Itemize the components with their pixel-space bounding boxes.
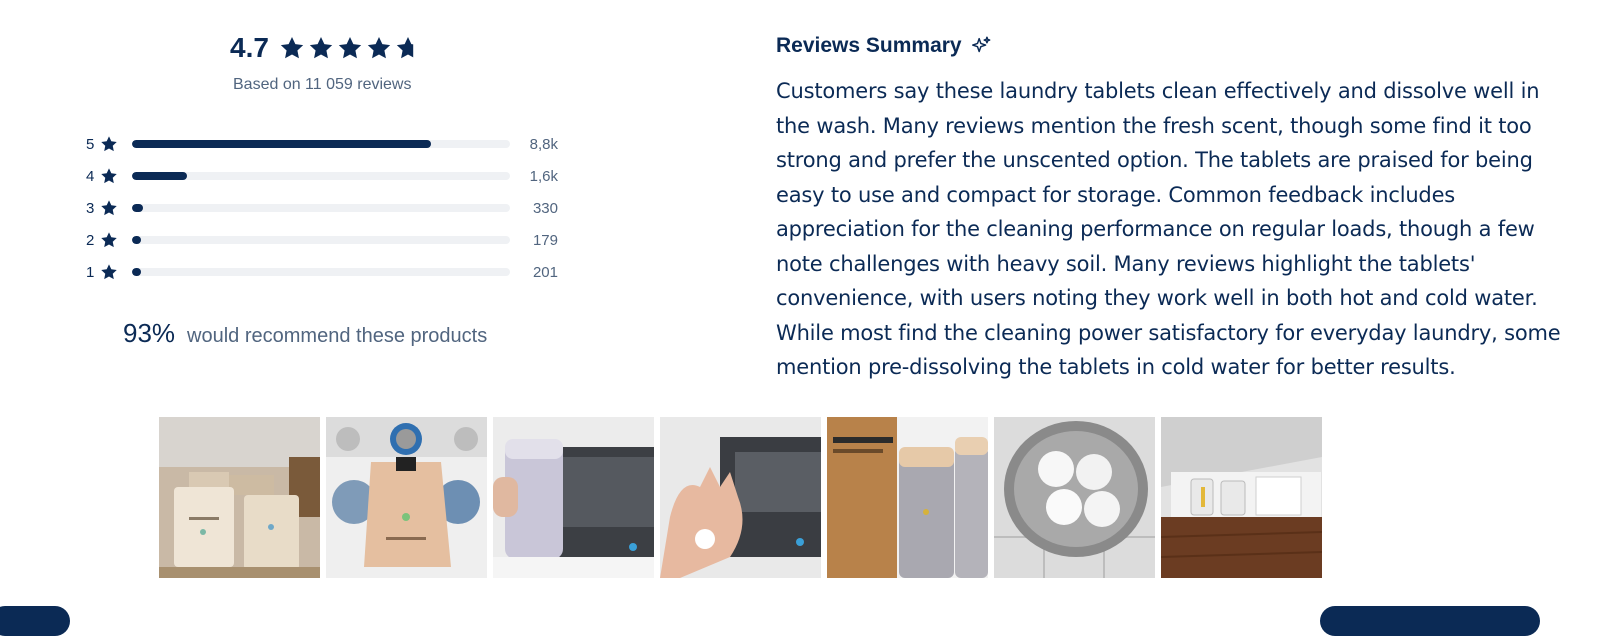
rating-bar-fill: [132, 236, 142, 244]
recommend-stat: 93% would recommend these products: [123, 318, 487, 349]
rating-row-label: 3: [86, 199, 95, 217]
rating-row-count: 330: [532, 199, 558, 217]
summary-line: mention pre-dissolving the tablets in co…: [776, 355, 1456, 379]
star-icon: [101, 168, 117, 184]
rating-row-5[interactable]: 5 8,8k: [86, 128, 566, 160]
rating-row-label: 5: [86, 135, 95, 153]
partial-star-icon: [396, 36, 420, 59]
rating-bar-fill: [132, 268, 142, 276]
bottom-left-button[interactable]: [0, 606, 70, 636]
star-icon: [101, 136, 117, 152]
rating-bar-fill: [132, 140, 431, 148]
star-icon: [101, 232, 117, 248]
review-photo-strip: [159, 417, 1322, 578]
rating-bar-fill: [132, 204, 144, 212]
recommend-percentage: 93%: [123, 318, 176, 348]
rating-bar-track: [132, 236, 510, 244]
summary-line: While most find the cleaning power satis…: [776, 320, 1561, 345]
rating-row-3[interactable]: 3 330: [86, 192, 566, 224]
sparkle-icon: [971, 36, 991, 53]
rating-row-count: 1,6k: [529, 167, 558, 185]
summary-line: strong and prefer the unscented option. …: [776, 148, 1533, 172]
rating-header: 4.7: [230, 32, 421, 64]
review-count-text: Based on 11 059 reviews: [233, 76, 412, 93]
rating-bar-track: [132, 172, 510, 180]
reviews-summary-header: Reviews Summary: [776, 34, 992, 58]
rating-bar-track: [132, 140, 510, 148]
rating-stars: [279, 35, 421, 61]
rating-row-label: 2: [86, 231, 95, 249]
summary-line: convenience, with users noting they work…: [776, 286, 1538, 310]
rating-row-count: 8,8k: [529, 135, 558, 153]
rating-bar-track: [132, 268, 510, 276]
rating-bar-track: [132, 204, 510, 212]
review-photo[interactable]: [660, 417, 821, 578]
summary-line: appreciation for the cleaning performanc…: [776, 217, 1535, 241]
summary-line: Customers say these laundry tablets clea…: [776, 79, 1540, 103]
star-icon: [338, 36, 362, 59]
star-icon: [101, 200, 117, 216]
rating-row-1[interactable]: 1 201: [86, 256, 566, 288]
rating-row-label: 4: [86, 167, 95, 185]
rating-row-count: 201: [532, 263, 558, 281]
star-icon: [309, 36, 333, 59]
rating-row-2[interactable]: 2 179: [86, 224, 566, 256]
review-photo[interactable]: [326, 417, 487, 578]
bottom-right-button[interactable]: [1320, 606, 1540, 636]
star-icon: [280, 36, 304, 59]
review-photo[interactable]: [1161, 417, 1322, 578]
summary-line: easy to use and compact for storage. Com…: [776, 182, 1456, 207]
reviews-summary-text: Customers say these laundry tablets clea…: [776, 74, 1566, 385]
review-photo[interactable]: [994, 417, 1155, 578]
star-icon: [367, 36, 391, 59]
review-photo[interactable]: [159, 417, 320, 578]
recommend-text: would recommend these products: [187, 325, 488, 347]
rating-row-4[interactable]: 4 1,6k: [86, 160, 566, 192]
average-rating: 4.7: [230, 32, 269, 63]
reviews-summary-title: Reviews Summary: [776, 34, 962, 57]
review-photo[interactable]: [493, 417, 654, 578]
star-icon: [101, 264, 117, 280]
rating-row-label: 1: [86, 263, 95, 281]
rating-row-count: 179: [532, 231, 558, 249]
summary-line: the wash. Many reviews mention the fresh…: [776, 113, 1532, 138]
summary-line: note challenges with heavy soil. Many re…: [776, 251, 1476, 276]
rating-distribution: 5 8,8k 4 1,6k 3 330 2 179 1 201: [86, 128, 566, 288]
review-photo[interactable]: [827, 417, 988, 578]
rating-bar-fill: [132, 172, 187, 180]
